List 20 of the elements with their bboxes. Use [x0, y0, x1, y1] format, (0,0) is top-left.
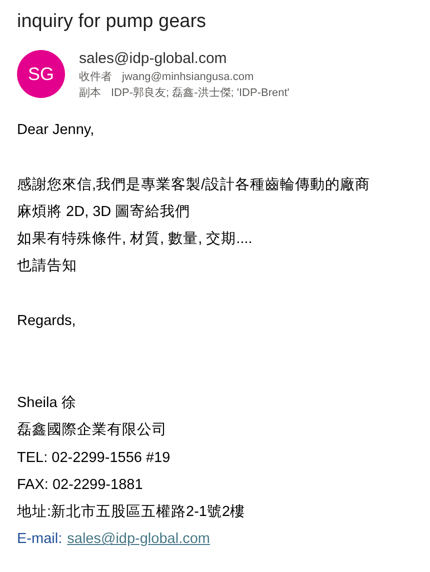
body-line: 地址:新北市五股區五權路2-1號2樓	[17, 502, 246, 522]
body-line: 感謝您來信,我們是專業客製/設計各種齒輪傳動的廠商	[17, 176, 370, 195]
email-link[interactable]: sales@idp-global.com	[67, 531, 210, 548]
body-line: 如果有特殊條件, 材質, 數量, 交期....	[17, 230, 252, 250]
body-line: 也請告知	[17, 257, 77, 276]
to-recipient: jwang@minhsiangusa.com	[122, 70, 254, 85]
body-line: 磊鑫國際企業有限公司	[17, 421, 167, 440]
body-line: Sheila 徐	[17, 394, 76, 413]
body-line: TEL: 02-2299-1556 #19	[17, 448, 170, 468]
body-line: Regards,	[17, 312, 76, 332]
sender-email: sales@idp-global.com	[79, 49, 228, 69]
email-subject: inquiry for pump gears	[17, 10, 208, 34]
sender-avatar: SG	[17, 50, 65, 98]
body-line: Dear Jenny,	[17, 121, 94, 140]
body-line: 麻煩將 2D, 3D 圖寄給我們	[17, 202, 190, 222]
to-label: 收件者	[79, 70, 112, 85]
cc-recipients: IDP-郭良友; 磊鑫-洪士傑; 'IDP-Brent'	[111, 86, 290, 101]
email-label: E-mail:	[17, 531, 62, 548]
body-line: FAX: 02-2299-1881	[17, 476, 143, 495]
cc-label: 副本	[79, 86, 101, 101]
